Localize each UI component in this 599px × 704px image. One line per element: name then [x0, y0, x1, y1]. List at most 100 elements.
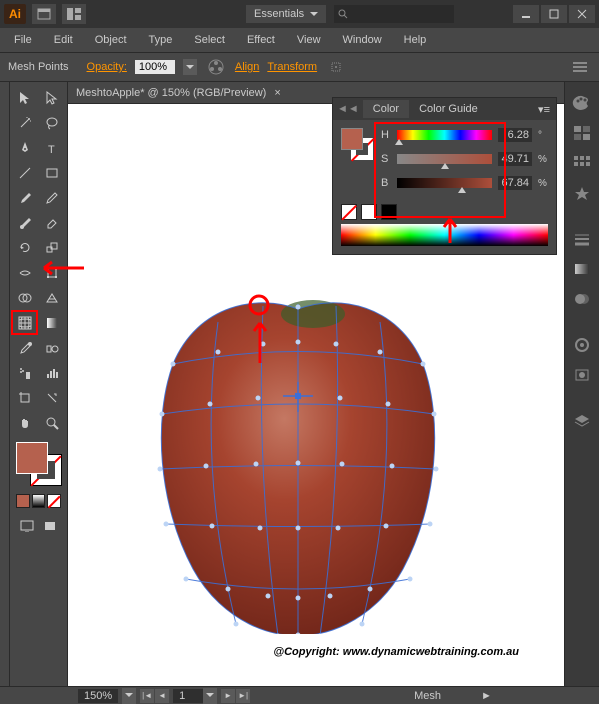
- s-slider[interactable]: [397, 154, 492, 164]
- blend-tool[interactable]: [39, 336, 64, 359]
- lasso-tool[interactable]: [39, 111, 64, 134]
- close-button[interactable]: [569, 5, 595, 23]
- brushes-panel-button[interactable]: [568, 150, 596, 176]
- spray-icon: [18, 366, 32, 380]
- menu-edit[interactable]: Edit: [44, 31, 83, 49]
- magic-wand-tool[interactable]: [12, 111, 37, 134]
- nav-next[interactable]: ►: [221, 689, 235, 703]
- zoom-dropdown[interactable]: [122, 688, 136, 704]
- recolor-button[interactable]: [205, 56, 227, 78]
- eraser-tool[interactable]: [39, 211, 64, 234]
- hand-tool[interactable]: [12, 411, 37, 434]
- gradient-panel-button[interactable]: [568, 256, 596, 282]
- change-screen-button[interactable]: [40, 514, 62, 537]
- tab-color[interactable]: Color: [363, 100, 409, 118]
- menu-help[interactable]: Help: [394, 31, 437, 49]
- status-menu[interactable]: ►: [481, 690, 492, 702]
- swatches-panel-button[interactable]: [568, 120, 596, 146]
- eraser-icon: [45, 216, 59, 230]
- rect-icon: [45, 166, 59, 180]
- menu-type[interactable]: Type: [139, 31, 183, 49]
- mesh-apple-artwork[interactable]: [118, 274, 478, 634]
- h-slider[interactable]: [397, 130, 492, 140]
- cb-menu-button[interactable]: [569, 56, 591, 78]
- tab-color-guide[interactable]: Color Guide: [409, 100, 488, 118]
- menu-window[interactable]: Window: [333, 31, 392, 49]
- panel-fill-stroke[interactable]: [341, 128, 371, 164]
- align-link[interactable]: Align: [235, 61, 259, 73]
- blob-brush-tool[interactable]: [12, 211, 37, 234]
- artboard-number[interactable]: 1: [173, 689, 203, 703]
- line-tool[interactable]: [12, 161, 37, 184]
- menu-view[interactable]: View: [287, 31, 331, 49]
- panel-menu-button[interactable]: ▾≡: [532, 103, 556, 116]
- transparency-panel-button[interactable]: [568, 286, 596, 312]
- opacity-input[interactable]: 100%: [135, 60, 175, 74]
- nav-first[interactable]: |◄: [140, 689, 154, 703]
- artboard-dropdown[interactable]: [203, 688, 217, 704]
- color-mode[interactable]: [16, 494, 30, 508]
- graphic-styles-panel-button[interactable]: [568, 362, 596, 388]
- symbol-sprayer-tool[interactable]: [12, 361, 37, 384]
- minimize-button[interactable]: [513, 5, 539, 23]
- collapse-panel-button[interactable]: ◄◄: [333, 103, 363, 115]
- appearance-panel-button[interactable]: [568, 332, 596, 358]
- gradient-tool[interactable]: [39, 311, 64, 334]
- black-swatch[interactable]: [381, 204, 397, 220]
- b-slider[interactable]: [397, 178, 492, 188]
- menu-object[interactable]: Object: [85, 31, 137, 49]
- opacity-dropdown[interactable]: [183, 59, 197, 75]
- eyedropper-tool[interactable]: [12, 336, 37, 359]
- symbols-panel-button[interactable]: [568, 180, 596, 206]
- layers-panel-button[interactable]: [568, 408, 596, 434]
- stroke-panel-button[interactable]: [568, 226, 596, 252]
- opacity-label[interactable]: Opacity:: [87, 61, 127, 73]
- mesh-tool[interactable]: [12, 311, 37, 334]
- bridge-button[interactable]: [32, 4, 56, 24]
- nav-prev[interactable]: ◄: [155, 689, 169, 703]
- direct-selection-tool[interactable]: [39, 86, 64, 109]
- isolate-button[interactable]: [325, 56, 347, 78]
- b-label: B: [381, 177, 391, 189]
- pencil-tool[interactable]: [39, 186, 64, 209]
- screen-mode-button[interactable]: [16, 514, 38, 537]
- white-swatch[interactable]: [361, 204, 377, 220]
- graph-tool[interactable]: [39, 361, 64, 384]
- zoom-tool[interactable]: [39, 411, 64, 434]
- fill-swatch[interactable]: [16, 442, 48, 474]
- s-unit: %: [538, 154, 548, 165]
- h-value[interactable]: 6.28: [498, 128, 532, 142]
- b-value[interactable]: 67.84: [498, 176, 532, 190]
- nav-last[interactable]: ►|: [236, 689, 250, 703]
- gradient-mode[interactable]: [32, 494, 46, 508]
- transform-link[interactable]: Transform: [267, 61, 317, 73]
- slice-tool[interactable]: [39, 386, 64, 409]
- none-color-swatch[interactable]: [341, 204, 357, 220]
- workspace-dropdown[interactable]: Essentials: [246, 5, 326, 23]
- rectangle-tool[interactable]: [39, 161, 64, 184]
- none-mode[interactable]: [47, 494, 61, 508]
- artboard-tool[interactable]: [12, 386, 37, 409]
- fill-stroke-swatch[interactable]: [12, 442, 65, 492]
- scale-tool[interactable]: [39, 236, 64, 259]
- rotate-tool[interactable]: [12, 236, 37, 259]
- s-value[interactable]: 49.71: [498, 152, 532, 166]
- width-tool[interactable]: [12, 261, 37, 284]
- selection-tool[interactable]: [12, 86, 37, 109]
- search-input[interactable]: [334, 5, 454, 23]
- shape-builder-tool[interactable]: [12, 286, 37, 309]
- type-tool[interactable]: T: [39, 136, 64, 159]
- color-panel-button[interactable]: [568, 90, 596, 116]
- perspective-tool[interactable]: [39, 286, 64, 309]
- pen-tool[interactable]: [12, 136, 37, 159]
- paintbrush-tool[interactable]: [12, 186, 37, 209]
- annotation-circle-point: [247, 293, 271, 317]
- tab-close-button[interactable]: ×: [274, 87, 280, 99]
- arrange-button[interactable]: [62, 4, 86, 24]
- menu-file[interactable]: File: [4, 31, 42, 49]
- menu-select[interactable]: Select: [184, 31, 235, 49]
- zoom-value[interactable]: 150%: [78, 689, 118, 703]
- menu-effect[interactable]: Effect: [237, 31, 285, 49]
- maximize-button[interactable]: [541, 5, 567, 23]
- panel-fill-swatch[interactable]: [341, 128, 363, 150]
